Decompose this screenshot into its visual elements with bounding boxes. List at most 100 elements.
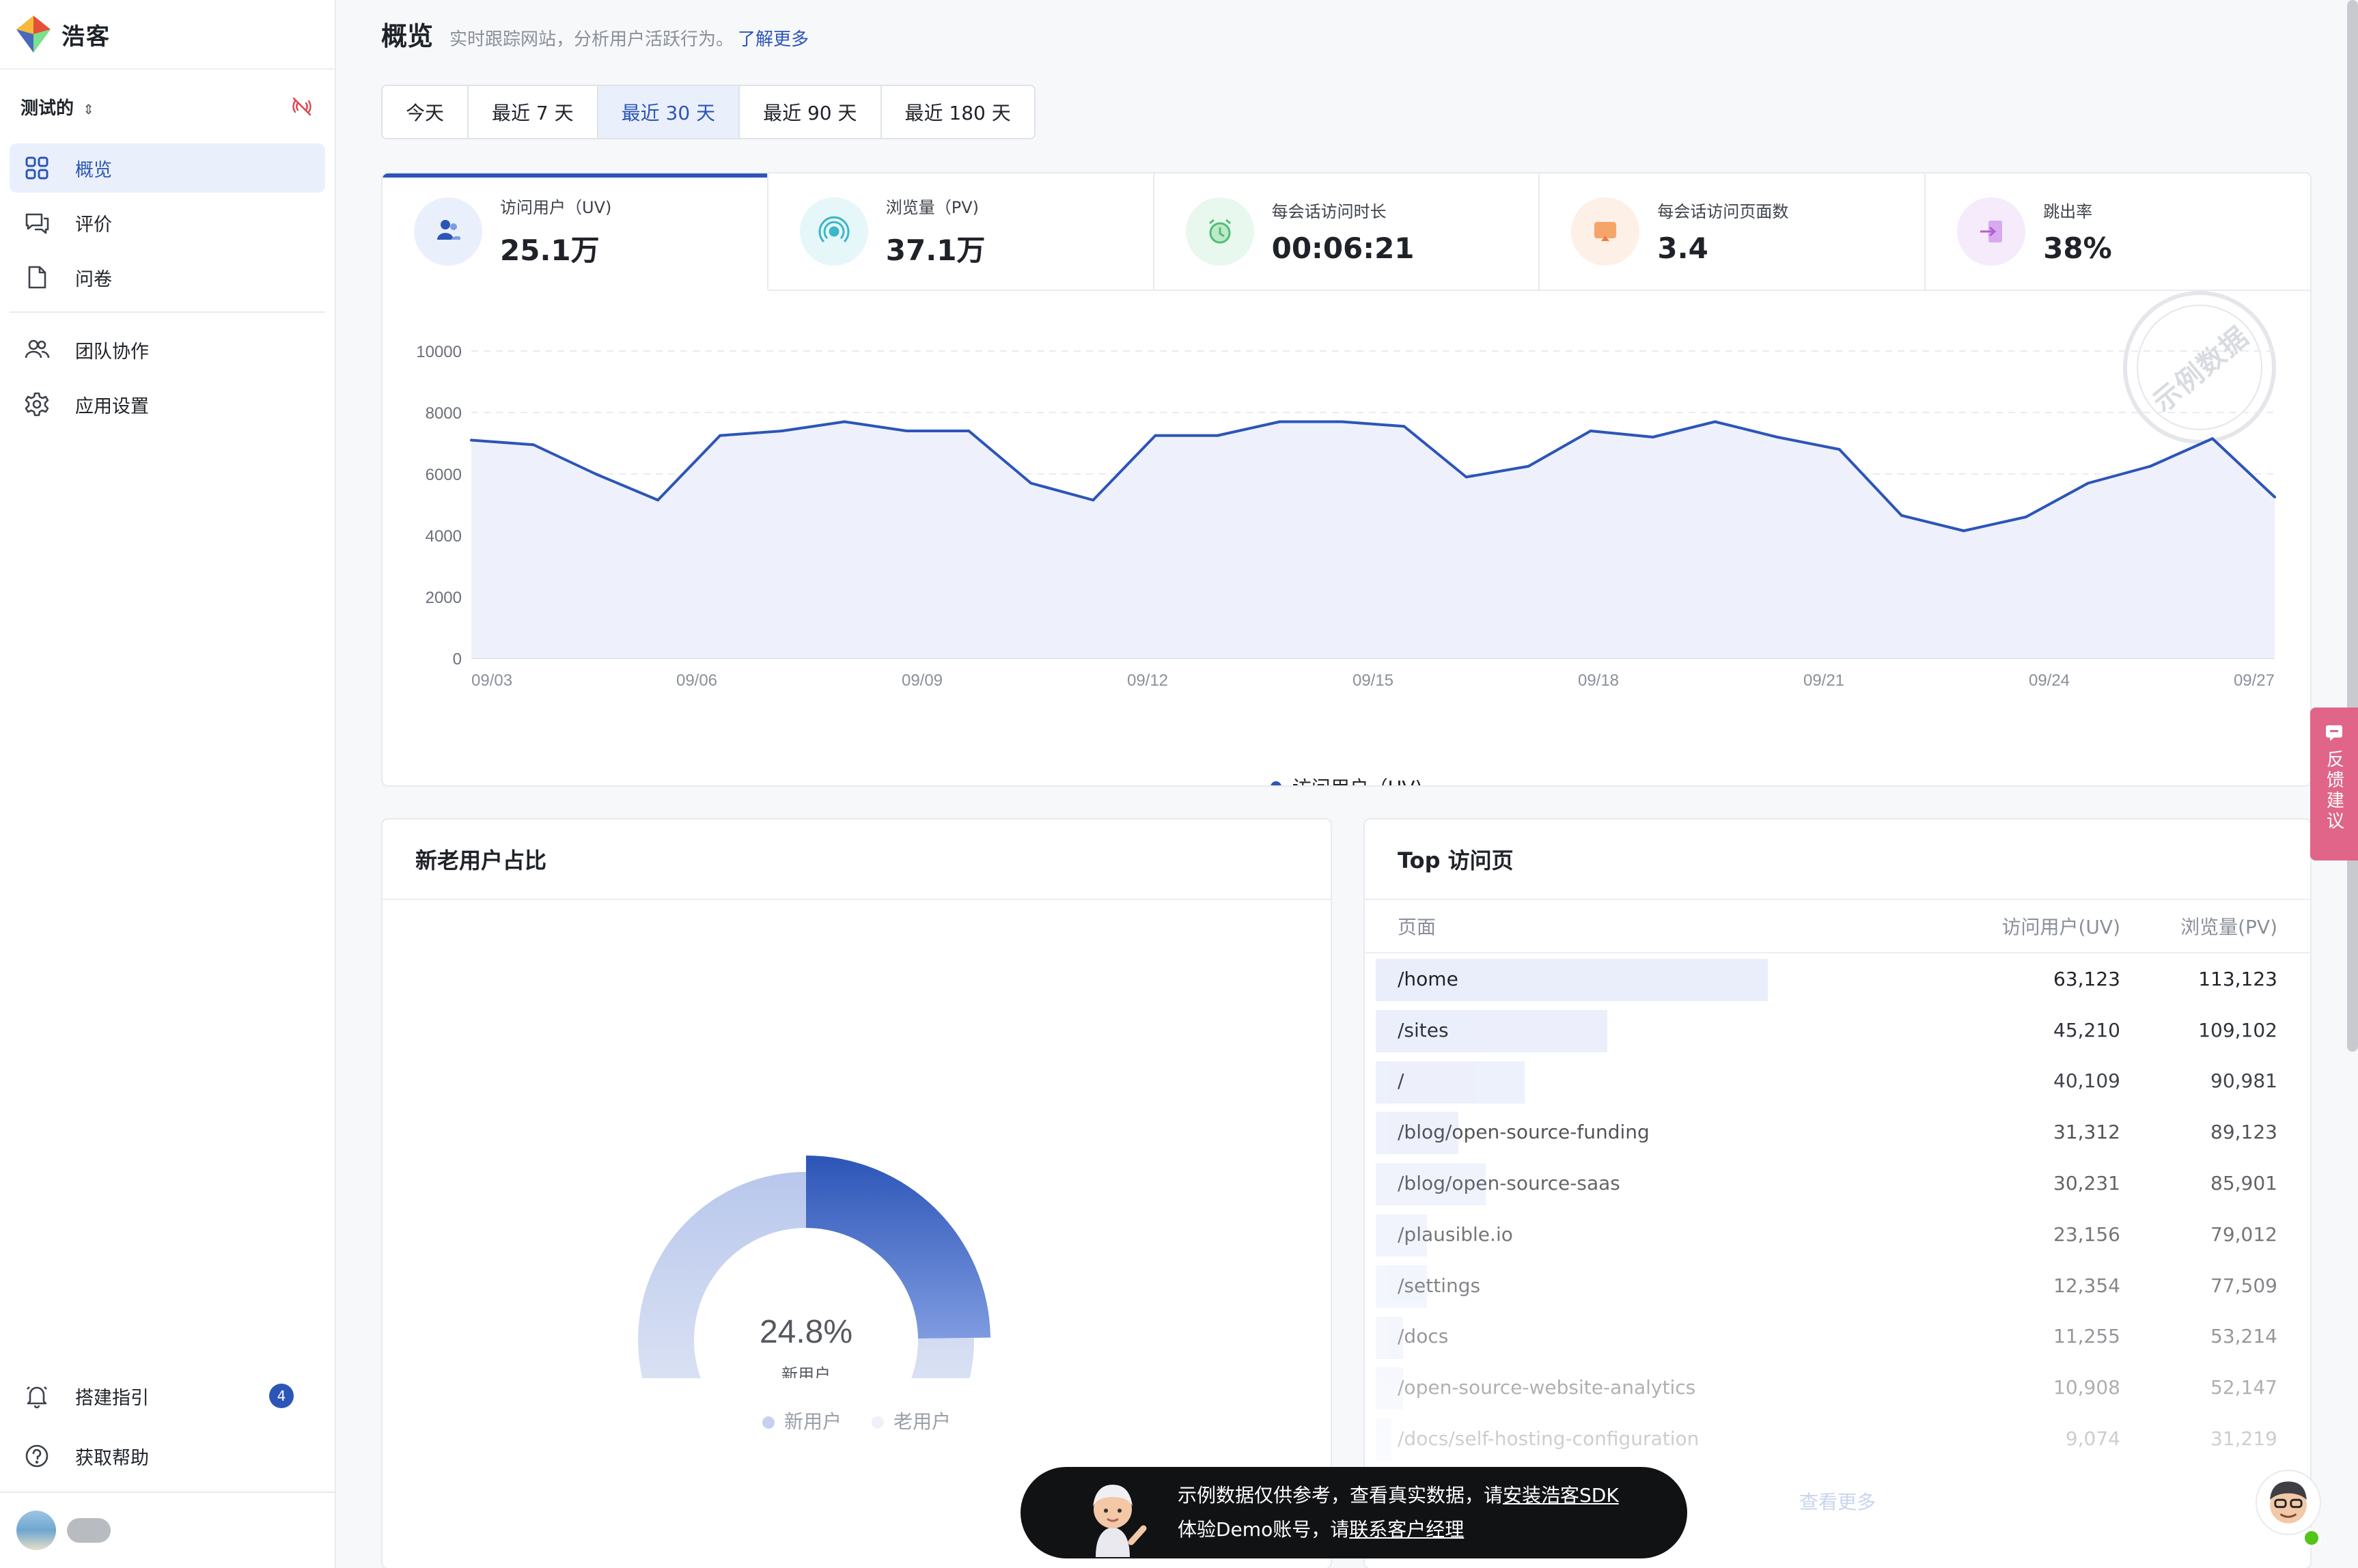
nav-item-overview[interactable]: 概览	[10, 143, 325, 193]
x-tick-label: 09/24	[2029, 671, 2070, 690]
uv-value: 31,312	[2053, 1121, 2120, 1144]
data-point	[1900, 514, 1903, 517]
legend-label: 访问用户（UV)	[1292, 773, 1423, 785]
table-row[interactable]: /docs 11,255 53,214	[1365, 1311, 2310, 1362]
toast-text: 示例数据仅供参考，查看真实数据，请安装浩客SDK 体验Demo账号，请联系客户经…	[1178, 1479, 1619, 1547]
data-point	[1589, 430, 1592, 432]
legend-returning[interactable]: 老用户	[872, 1407, 951, 1434]
page-path: /	[1398, 1069, 1404, 1093]
data-point	[594, 473, 598, 475]
nav-label: 概览	[75, 159, 112, 181]
guide-count-badge: 4	[269, 1384, 294, 1408]
nav-item-setup-guide[interactable]: 搭建指引 4	[10, 1371, 325, 1420]
x-tick-label: 09/06	[676, 671, 717, 690]
signal-off-icon[interactable]	[290, 94, 314, 119]
table-row[interactable]: /docs/self-hosting-configuration 9,074 31,…	[1365, 1413, 2310, 1464]
tab-today[interactable]: 今天	[383, 86, 469, 138]
uv-value: 10,908	[2053, 1376, 2120, 1399]
table-row[interactable]: /settings 12,354 77,509	[1365, 1260, 2310, 1311]
data-point	[1216, 434, 1219, 437]
x-tick-label: 09/12	[1127, 671, 1168, 690]
share-bar	[1376, 1418, 1391, 1461]
table-header: 页面 访问用户(UV) 浏览量(PV)	[1365, 900, 2310, 953]
help-icon	[25, 1444, 48, 1468]
chart-legend[interactable]: 访问用户（UV)	[383, 773, 2310, 785]
data-point	[1713, 420, 1717, 423]
nav-item-help[interactable]: 获取帮助	[10, 1431, 325, 1481]
brand[interactable]: 浩客	[0, 0, 335, 70]
project-switcher[interactable]: 测试的 ⇕	[0, 70, 335, 143]
table-row[interactable]: /home 63,123 113,123	[1365, 953, 2310, 1005]
data-point	[656, 499, 660, 502]
install-sdk-link[interactable]: 安装浩客SDK	[1503, 1484, 1619, 1507]
nav-item-team[interactable]: 团队协作	[10, 325, 325, 374]
metric-uv[interactable]: 访问用户（UV) 25.1万	[383, 173, 768, 291]
broadcast-icon	[799, 197, 868, 266]
user-menu[interactable]	[0, 1492, 335, 1568]
learn-more-link[interactable]: 了解更多	[738, 25, 809, 51]
y-tick-label: 4000	[426, 527, 462, 546]
data-point	[781, 430, 784, 432]
scrollbar[interactable]	[2347, 0, 2358, 1052]
logo-icon	[16, 16, 51, 53]
demo-notice-toast: 示例数据仅供参考，查看真实数据，请安装浩客SDK 体验Demo账号，请联系客户经…	[1021, 1467, 1687, 1558]
contact-manager-link[interactable]: 联系客户经理	[1349, 1518, 1464, 1541]
table-row[interactable]: /blog/open-source-funding 31,312 89,123	[1365, 1106, 2310, 1158]
y-tick-label: 0	[453, 650, 462, 669]
sidebar: 浩客 测试的 ⇕ 概览 评价 问卷 团队协作 应用设置 搭建指引 4 获取帮助	[0, 0, 336, 1568]
support-chat-button[interactable]	[2256, 1470, 2321, 1535]
uv-value: 11,255	[2053, 1325, 2120, 1348]
metric-value: 38%	[2043, 232, 2112, 265]
page-title: 概览	[381, 21, 434, 51]
pv-value: 77,509	[2210, 1274, 2277, 1297]
metric-session-duration[interactable]: 每会话访问时长 00:06:21	[1154, 173, 1540, 291]
team-icon	[25, 339, 50, 359]
page-path: /docs	[1398, 1325, 1449, 1348]
column-header-uv[interactable]: 访问用户(UV)	[1956, 912, 2121, 940]
new-vs-returning-card: 新老用户占比 24.8% 新用户 新用户 老用户	[381, 818, 1332, 1568]
users-icon	[414, 197, 482, 266]
pv-value: 52,147	[2210, 1376, 2277, 1399]
data-point	[1651, 436, 1654, 438]
nav-item-settings[interactable]: 应用设置	[10, 380, 325, 429]
table-row[interactable]: /sites 45,210 109,102	[1365, 1005, 2310, 1056]
data-point	[905, 430, 908, 432]
feedback-tab[interactable]: 反馈建议	[2310, 708, 2358, 860]
metric-pv[interactable]: 浏览量（PV) 37.1万	[768, 173, 1154, 291]
data-point	[1465, 475, 1468, 479]
tab-last-180-days[interactable]: 最近 180 天	[882, 86, 1034, 138]
nav-label: 应用设置	[75, 395, 149, 417]
table-row[interactable]: /blog/open-source-saas 30,231 85,901	[1365, 1158, 2310, 1209]
message-icon	[2326, 725, 2342, 741]
column-header-pv[interactable]: 浏览量(PV)	[2120, 912, 2277, 940]
y-tick-label: 8000	[426, 404, 462, 423]
nav-item-reviews[interactable]: 评价	[10, 198, 325, 247]
table-row[interactable]: / 40,109 90,981	[1365, 1056, 2310, 1107]
tab-last-90-days[interactable]: 最近 90 天	[740, 86, 882, 138]
uv-value: 40,109	[2053, 1069, 2120, 1093]
pv-value: 90,981	[2210, 1069, 2277, 1093]
table-row[interactable]: /plausible.io 23,156 79,012	[1365, 1209, 2310, 1260]
data-point	[843, 420, 846, 423]
username-redacted	[67, 1518, 111, 1543]
tab-last-7-days[interactable]: 最近 7 天	[469, 86, 598, 138]
table-row[interactable]: /open-source-website-analytics 10,908 52,1…	[1365, 1362, 2310, 1413]
uv-value: 12,354	[2053, 1274, 2120, 1297]
donut-legend: 新用户 老用户	[383, 1407, 1331, 1434]
tab-last-30-days[interactable]: 最近 30 天	[598, 86, 740, 138]
data-point	[532, 443, 536, 447]
metric-label: 跳出率	[2043, 202, 2093, 221]
metric-pages-per-session[interactable]: 每会话访问页面数 3.4	[1540, 173, 1926, 291]
metric-label: 每会话访问页面数	[1657, 202, 1789, 221]
data-point	[1775, 436, 1779, 438]
metric-value: 25.1万	[500, 234, 600, 267]
donut-slice-new[interactable]	[806, 1156, 990, 1339]
nav-item-surveys[interactable]: 问卷	[10, 253, 325, 302]
top-pages-card: Top 访问页 页面 访问用户(UV) 浏览量(PV) /home 63,123 1…	[1363, 818, 2312, 1568]
metric-bounce-rate[interactable]: 跳出率 38%	[1926, 173, 2310, 291]
data-point	[1029, 481, 1033, 485]
page-path: /docs/self-hosting-configuration	[1398, 1427, 1700, 1451]
y-tick-label: 6000	[426, 466, 462, 484]
legend-new[interactable]: 新用户	[762, 1407, 842, 1434]
grid-icon	[25, 156, 48, 180]
